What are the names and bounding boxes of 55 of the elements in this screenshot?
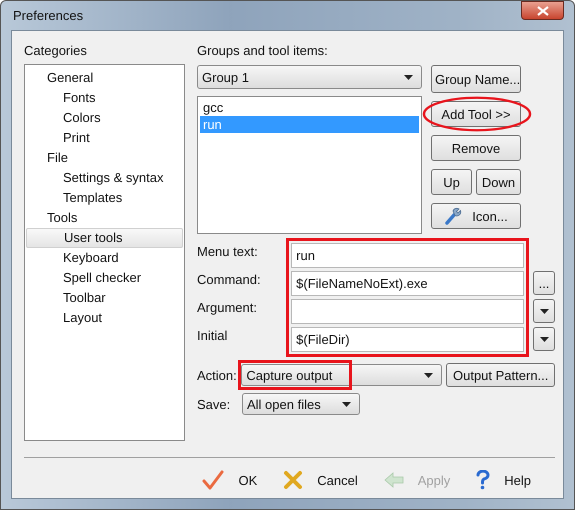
category-item[interactable]: Colors: [26, 108, 183, 128]
up-button[interactable]: Up: [431, 169, 472, 195]
action-label: Action:: [197, 368, 238, 382]
category-item[interactable]: General: [26, 68, 183, 88]
save-label: Save:: [197, 396, 232, 412]
category-item[interactable]: User tools: [26, 228, 183, 248]
dropdown-arrow-icon: [424, 372, 434, 378]
left-arrow-icon: [384, 472, 404, 488]
field-label: Argument:: [197, 299, 258, 317]
input-field[interactable]: $(FileNameNoExt).exe: [291, 271, 524, 296]
action-dropdown[interactable]: Capture output: [241, 364, 442, 386]
icon-button[interactable]: Icon...: [431, 203, 521, 229]
close-button[interactable]: [521, 1, 564, 20]
dropdown-arrow-icon: [540, 308, 548, 314]
dialog-button[interactable]: Group Name...: [431, 65, 521, 93]
category-item[interactable]: Fonts: [26, 88, 183, 108]
field-label: Command:: [197, 271, 262, 289]
wrench-icon: [444, 207, 462, 225]
dialog-button[interactable]: Add Tool >>: [431, 101, 521, 127]
checkmark-icon: [202, 470, 224, 490]
dropdown-button[interactable]: [533, 299, 555, 323]
footer-button[interactable]: Cancel: [279, 468, 362, 492]
category-item[interactable]: Keyboard: [26, 248, 183, 268]
dropdown-arrow-icon: [342, 402, 351, 406]
footer-button[interactable]: Help: [472, 468, 535, 492]
footer-button[interactable]: OK: [198, 468, 262, 492]
input-field[interactable]: run: [291, 243, 524, 268]
categories-label: Categories: [24, 43, 88, 59]
save-dropdown[interactable]: All open files: [242, 393, 360, 415]
dropdown-button[interactable]: [533, 327, 555, 351]
dialog-button[interactable]: Remove: [431, 135, 521, 161]
groups-label: Groups and tool items:: [197, 43, 329, 59]
cancel-icon: [283, 470, 304, 490]
field-label: Initial: [197, 327, 228, 345]
category-item[interactable]: Tools: [26, 208, 183, 228]
category-item[interactable]: Templates: [26, 188, 183, 208]
category-item[interactable]: Layout: [26, 308, 183, 328]
output-pattern-button[interactable]: Output Pattern...: [446, 363, 555, 387]
close-icon: [536, 6, 548, 16]
down-button[interactable]: Down: [476, 169, 521, 195]
category-item[interactable]: Settings & syntax: [26, 168, 183, 188]
group-dropdown[interactable]: Group 1: [197, 65, 422, 89]
category-item[interactable]: File: [26, 148, 183, 168]
browse-button[interactable]: ...: [533, 271, 555, 295]
category-item[interactable]: Toolbar: [26, 288, 183, 308]
category-item[interactable]: Spell checker: [26, 268, 183, 288]
input-field[interactable]: $(FileDir): [291, 327, 524, 352]
category-item[interactable]: Print: [26, 128, 183, 148]
dropdown-arrow-icon: [540, 336, 548, 342]
dropdown-arrow-icon: [404, 74, 413, 80]
window-title: Preferences: [12, 8, 84, 23]
tool-list-item[interactable]: gcc: [200, 99, 419, 116]
help-icon: [476, 470, 490, 490]
input-field[interactable]: [291, 299, 524, 324]
field-label: Menu text:: [197, 243, 259, 261]
